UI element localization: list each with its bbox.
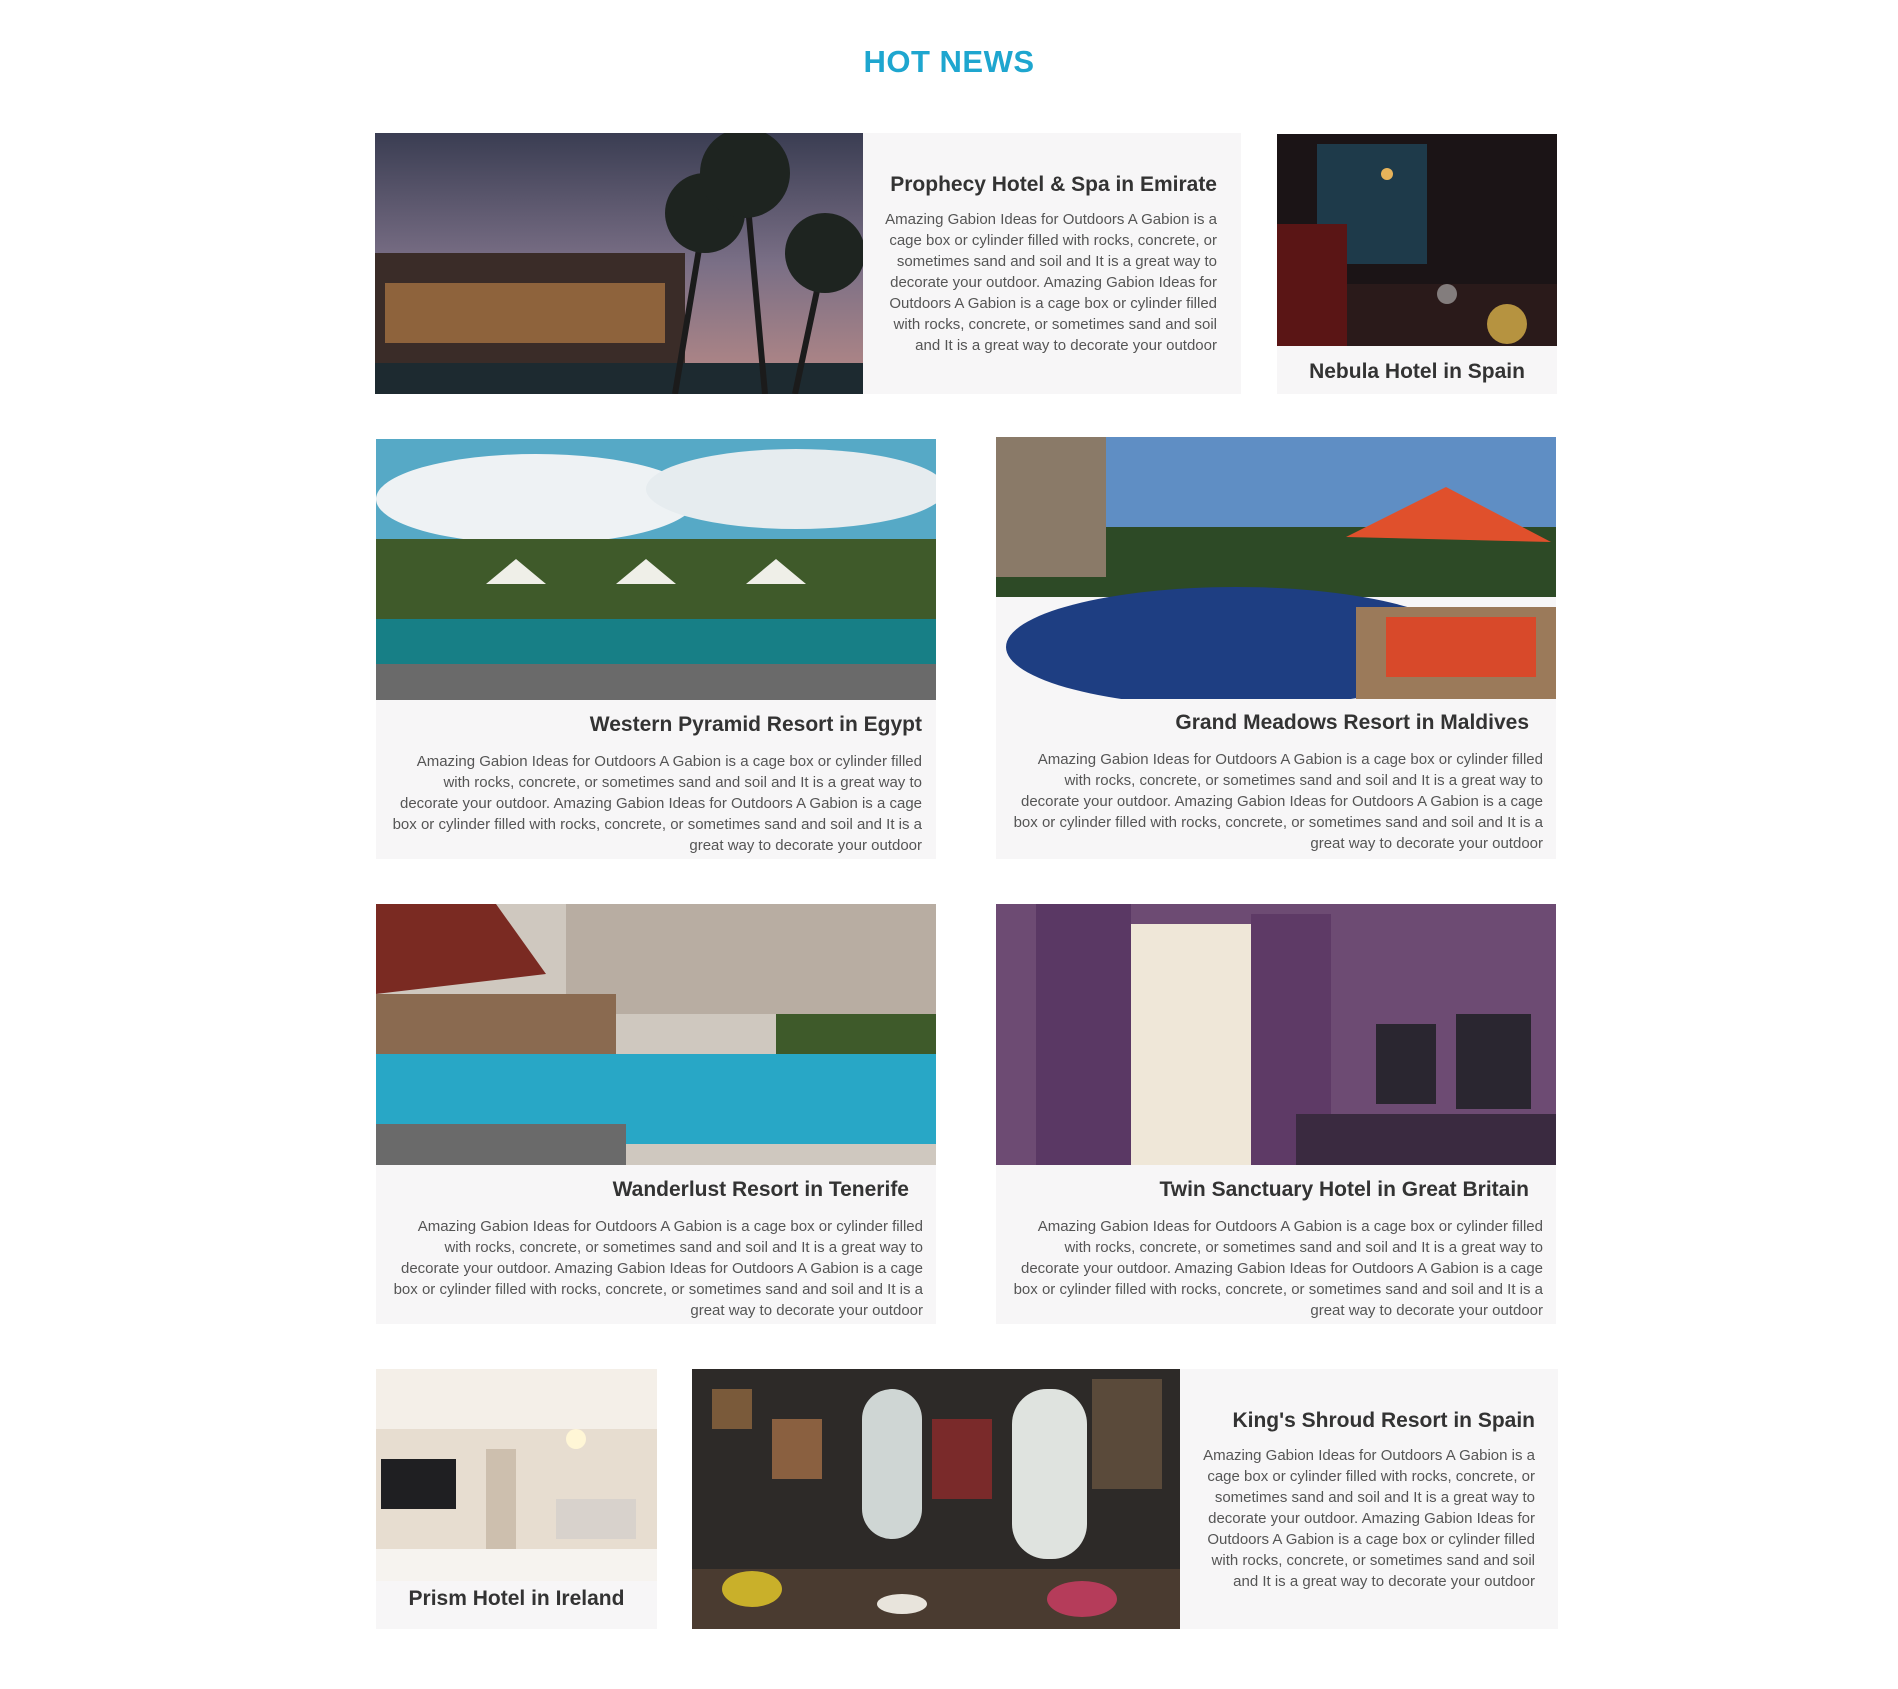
article-card[interactable]: King's Shroud Resort in Spain Amazing Ga…: [692, 1369, 1558, 1629]
article-card[interactable]: Grand Meadows Resort in Maldives Amazing…: [996, 437, 1556, 859]
purple-hotel-room-photo[interactable]: [996, 904, 1556, 1165]
bright-hotel-room-photo[interactable]: [376, 1369, 657, 1581]
article-excerpt: Amazing Gabion Ideas for Outdoors A Gabi…: [1013, 751, 1543, 852]
article-card[interactable]: Wanderlust Resort in Tenerife Amazing Ga…: [376, 904, 936, 1324]
article-card[interactable]: Nebula Hotel in Spain: [1277, 134, 1557, 394]
article-card[interactable]: Prism Hotel in Ireland: [376, 1369, 657, 1629]
section-title: HOT NEWS: [863, 44, 1035, 79]
article-excerpt: Amazing Gabion Ideas for Outdoors A Gabi…: [393, 1218, 923, 1319]
article-title[interactable]: Western Pyramid Resort in Egypt: [388, 713, 922, 737]
article-title[interactable]: Nebula Hotel in Spain: [1277, 360, 1557, 384]
palm-trees-resort-dusk-photo[interactable]: [375, 133, 863, 394]
article-card[interactable]: Twin Sanctuary Hotel in Great Britain Am…: [996, 904, 1556, 1324]
article-excerpt: Amazing Gabion Ideas for Outdoors A Gabi…: [885, 211, 1217, 354]
article-excerpt: Amazing Gabion Ideas for Outdoors A Gabi…: [392, 753, 922, 854]
resort-pool-building-photo[interactable]: [376, 904, 936, 1165]
article-title[interactable]: Twin Sanctuary Hotel in Great Britain: [1008, 1178, 1529, 1202]
article-excerpt: Amazing Gabion Ideas for Outdoors A Gabi…: [1013, 1218, 1543, 1319]
article-title[interactable]: King's Shroud Resort in Spain: [1197, 1409, 1535, 1433]
pool-with-umbrellas-photo[interactable]: [376, 439, 936, 700]
article-title[interactable]: Wanderlust Resort in Tenerife: [388, 1178, 909, 1202]
article-title[interactable]: Prism Hotel in Ireland: [376, 1587, 657, 1611]
article-card[interactable]: Prophecy Hotel & Spa in Emirate Amazing …: [375, 133, 1241, 394]
infinity-pool-red-umbrella-photo[interactable]: [996, 437, 1556, 699]
article-excerpt: Amazing Gabion Ideas for Outdoors A Gabi…: [1203, 1447, 1535, 1590]
article-title[interactable]: Prophecy Hotel & Spa in Emirate: [880, 173, 1217, 197]
vintage-lounge-photo[interactable]: [692, 1369, 1180, 1629]
restaurant-interior-photo[interactable]: [1277, 134, 1557, 346]
article-title[interactable]: Grand Meadows Resort in Maldives: [1008, 711, 1529, 735]
article-card[interactable]: Western Pyramid Resort in Egypt Amazing …: [376, 439, 936, 859]
